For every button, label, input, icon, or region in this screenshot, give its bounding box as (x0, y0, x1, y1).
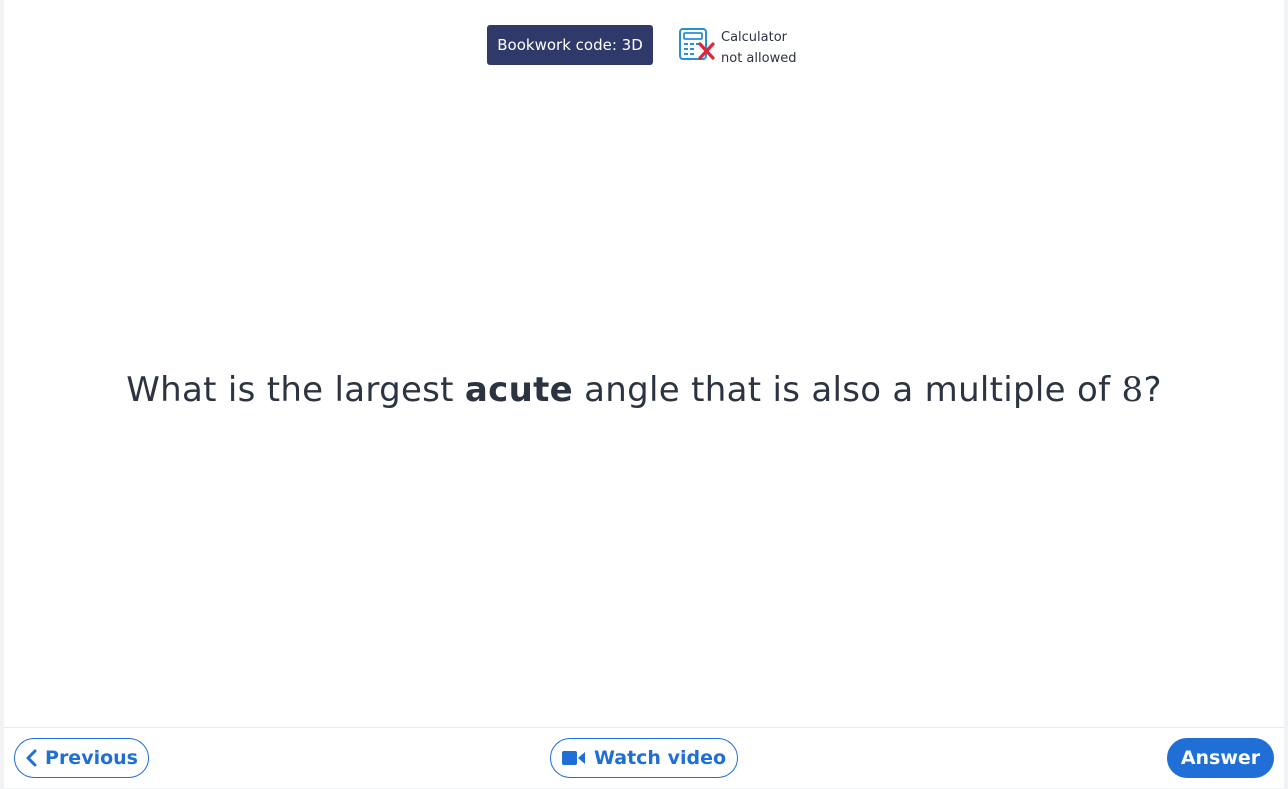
header: Bookwork code: 3D Calculator not allowed (4, 0, 1284, 90)
watch-video-button[interactable]: Watch video (550, 738, 738, 778)
previous-button[interactable]: Previous (14, 738, 149, 778)
answer-button[interactable]: Answer (1167, 738, 1274, 778)
question-part-3: ? (1143, 370, 1162, 410)
calculator-status-text: Calculator not allowed (721, 27, 796, 69)
bookwork-code-badge: Bookwork code: 3D (487, 25, 653, 65)
question-emphasis: acute (464, 370, 574, 410)
calculator-status: Calculator not allowed (678, 27, 818, 67)
footer-bar: Previous Watch video Answer (4, 727, 1284, 789)
video-camera-icon (561, 750, 586, 766)
question-text: What is the largest acute angle that is … (4, 370, 1284, 410)
calculator-label: Calculator (721, 30, 788, 45)
chevron-left-icon (25, 749, 37, 767)
question-part-2: angle that is also a multiple of (573, 370, 1122, 410)
main-frame: Bookwork code: 3D Calculator not allowed… (4, 0, 1284, 788)
calculator-not-allowed-icon (679, 28, 715, 60)
question-number: 8 (1121, 370, 1144, 410)
calculator-not-allowed-label: not allowed (721, 51, 797, 66)
question-part-1: What is the largest (126, 370, 465, 410)
answer-label: Answer (1180, 747, 1261, 769)
previous-label: Previous (45, 747, 138, 769)
watch-video-label: Watch video (593, 747, 727, 769)
